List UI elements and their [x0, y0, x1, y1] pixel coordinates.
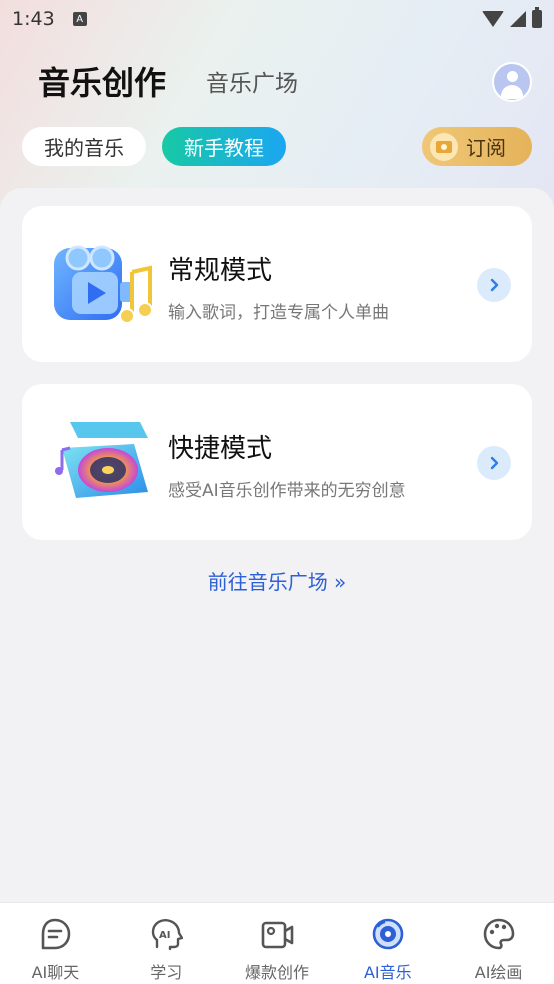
notification-a-icon: A: [72, 12, 87, 26]
video-music-icon: [54, 245, 153, 324]
nav-item-ai-paint[interactable]: AI绘画: [443, 903, 554, 984]
user-avatar-icon[interactable]: [492, 62, 532, 102]
status-bar: 1:43 A: [0, 0, 554, 38]
nav-item-ai-music[interactable]: AI音乐: [332, 903, 443, 984]
signal-icon: [510, 11, 526, 27]
my-music-button[interactable]: 我的音乐: [22, 127, 146, 166]
status-indicators: [482, 7, 542, 28]
page-title[interactable]: 音乐创作: [38, 58, 166, 104]
nav-item-ai-chat[interactable]: AI聊天: [0, 903, 111, 984]
chevron-right-icon[interactable]: [477, 446, 511, 480]
wifi-icon: [482, 11, 504, 27]
nav-label: 学习: [150, 963, 183, 982]
chat-icon: [42, 918, 71, 950]
subscribe-label: 订阅: [466, 136, 506, 160]
nav-label: 爆款创作: [244, 963, 309, 982]
quick-mode-subtitle: 感受AI音乐创作带来的无穷创意: [168, 481, 406, 501]
nav-item-study[interactable]: AI 学习: [111, 903, 222, 984]
video-create-icon: [261, 921, 294, 949]
normal-mode-subtitle: 输入歌词，打造专属个人单曲: [168, 303, 389, 323]
normal-mode-card[interactable]: 常规模式 输入歌词，打造专属个人单曲: [22, 206, 532, 362]
nav-label: AI聊天: [31, 963, 80, 982]
bottom-nav: AI聊天 AI 学习 爆款创作 AI音乐 AI绘画: [0, 902, 554, 984]
status-time: 1:43: [12, 8, 55, 30]
nav-item-viral-create[interactable]: 爆款创作: [222, 903, 333, 984]
quick-mode-card[interactable]: 快捷模式 感受AI音乐创作带来的无穷创意: [22, 384, 532, 540]
subscribe-icon: [430, 132, 458, 161]
battery-icon: [532, 7, 542, 28]
nav-label: AI音乐: [363, 963, 412, 982]
head-ai-icon: AI: [152, 919, 184, 951]
chevron-right-icon[interactable]: [477, 268, 511, 302]
quick-mode-title: 快捷模式: [168, 434, 273, 464]
palette-icon: [483, 918, 514, 950]
tutorial-button[interactable]: 新手教程: [162, 127, 286, 166]
header: 音乐创作 音乐广场: [0, 52, 554, 112]
go-to-music-plaza-link[interactable]: 前往音乐广场 »: [0, 566, 554, 595]
tab-music-plaza[interactable]: 音乐广场: [206, 64, 298, 98]
normal-mode-title: 常规模式: [168, 256, 273, 286]
record-box-icon: [55, 422, 148, 498]
nav-label: AI绘画: [474, 963, 523, 982]
svg-text:AI: AI: [159, 930, 170, 941]
subscribe-button[interactable]: 订阅: [422, 127, 532, 166]
vinyl-icon: [372, 918, 404, 950]
